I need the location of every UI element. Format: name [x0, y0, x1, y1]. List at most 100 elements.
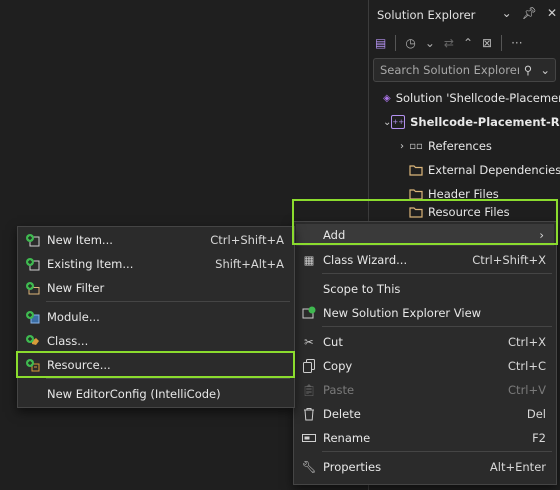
menu-item-label: Resource... [47, 358, 111, 372]
menu-separator [46, 301, 290, 302]
scissors-icon: ✂ [304, 335, 314, 349]
existing-item-icon [24, 255, 42, 273]
chevron-down-icon[interactable]: ⌄ [540, 63, 550, 77]
menu-item-label: Delete [323, 407, 361, 421]
menu-separator [322, 273, 552, 274]
tree-item-resource-files[interactable]: Resource Files [369, 204, 560, 220]
solution-icon: ◈ [383, 92, 391, 104]
collapse-all-icon[interactable]: ⌃ [463, 36, 473, 50]
tree-item-label: Resource Files [428, 205, 510, 219]
menu-item-label: New Filter [47, 281, 105, 295]
submenu-item-new-filter[interactable]: New Filter [18, 276, 294, 300]
menu-item-label: Add [323, 228, 346, 242]
menu-separator [46, 378, 290, 379]
menu-item-label: Cut [323, 335, 343, 349]
tree-item-label: Header Files [428, 187, 499, 201]
dropdown-icon[interactable]: ⌄ [502, 6, 512, 20]
submenu-item-resource[interactable]: Resource... [18, 353, 294, 377]
menu-item-shortcut: Ctrl+V [508, 383, 546, 397]
module-icon [24, 308, 42, 326]
menu-item-rename[interactable]: Rename F2 [294, 426, 556, 450]
toolbar-separator [501, 35, 503, 51]
menu-item-class-wizard[interactable]: ▦ Class Wizard... Ctrl+Shift+X [294, 248, 556, 272]
submenu-item-existing-item[interactable]: Existing Item... Shift+Alt+A [18, 252, 294, 276]
folder-icon [409, 163, 423, 177]
sync-icon[interactable]: ⇄ [444, 36, 454, 50]
resource-icon [24, 356, 42, 374]
paste-icon: 📋︎ [301, 383, 317, 397]
menu-item-properties[interactable]: 🔧︎ Properties Alt+Enter [294, 455, 556, 479]
solution-explorer-header: Solution Explorer ⌄ 📌︎ ✕ [369, 0, 560, 30]
toolbar-separator [395, 35, 397, 51]
tree-item-label: External Dependencies [428, 163, 560, 177]
tree-item-header-files[interactable]: Header Files [369, 182, 560, 206]
menu-item-label: New Solution Explorer View [323, 306, 482, 320]
submenu-item-class[interactable]: Class... [18, 329, 294, 353]
menu-separator [322, 326, 552, 327]
menu-item-label: New EditorConfig (IntelliCode) [47, 387, 221, 401]
menu-item-cut[interactable]: ✂ Cut Ctrl+X [294, 330, 556, 354]
menu-item-delete[interactable]: Delete Del [294, 402, 556, 426]
menu-separator [322, 451, 552, 452]
menu-item-shortcut: Alt+Enter [489, 460, 546, 474]
menu-item-label: Paste [323, 383, 355, 397]
menu-item-shortcut: Del [526, 407, 546, 421]
tree-item-references[interactable]: › ▫▫ References [369, 134, 560, 158]
class-icon [24, 332, 42, 350]
switch-views-icon[interactable]: ▤ [375, 36, 386, 50]
menu-item-label: Module... [47, 310, 100, 324]
tree-item-label: Solution 'Shellcode-Placemen [395, 91, 560, 105]
submenu-item-new-item[interactable]: New Item... Ctrl+Shift+A [18, 228, 294, 252]
context-menu: Add › ▦ Class Wizard... Ctrl+Shift+X Sco… [293, 221, 557, 485]
menu-item-label: Scope to This [323, 282, 401, 296]
menu-item-shortcut: Ctrl+Shift+A [210, 233, 284, 247]
menu-item-label: Existing Item... [47, 257, 134, 271]
more-options-icon[interactable]: ··· [511, 36, 522, 50]
close-icon[interactable]: ✕ [547, 6, 557, 20]
menu-item-shortcut: F2 [532, 431, 546, 445]
references-icon: ▫▫ [409, 140, 423, 152]
tree-item-project[interactable]: ⌄ ++ Shellcode-Placement-Res [369, 110, 560, 134]
wrench-icon: 🔧︎ [301, 460, 317, 474]
menu-item-shortcut: Ctrl+X [508, 335, 546, 349]
menu-item-paste: 📋︎ Paste Ctrl+V [294, 378, 556, 402]
new-filter-icon [24, 279, 42, 297]
menu-item-new-solution-explorer-view[interactable]: New Solution Explorer View [294, 301, 556, 325]
tree-item-label: References [428, 139, 492, 153]
pin-icon[interactable]: 📌︎ [522, 6, 537, 20]
folder-icon [409, 205, 423, 219]
menu-item-label: New Item... [47, 233, 113, 247]
menu-item-label: Class... [47, 334, 89, 348]
pending-changes-icon[interactable]: ◷ [405, 36, 415, 50]
submenu-item-module[interactable]: Module... [18, 305, 294, 329]
menu-item-add[interactable]: Add › [294, 223, 556, 247]
menu-item-shortcut: Ctrl+Shift+X [472, 253, 546, 267]
tree-item-solution[interactable]: ◈ Solution 'Shellcode-Placemen [369, 86, 560, 110]
collapsed-chevron-icon[interactable]: › [395, 141, 409, 152]
menu-item-scope-to-this[interactable]: Scope to This [294, 277, 556, 301]
menu-item-label: Rename [323, 431, 371, 445]
menu-item-shortcut: Shift+Alt+A [215, 257, 284, 271]
copy-icon [300, 357, 318, 375]
tree-item-label: Shellcode-Placement-Res [410, 115, 560, 129]
search-input[interactable]: Search Solution Explorer (C ⚲ ⌄ [373, 58, 556, 82]
submenu-arrow-icon: › [539, 228, 544, 242]
trash-icon [300, 405, 318, 423]
add-submenu: New Item... Ctrl+Shift+A Existing Item..… [17, 226, 295, 408]
folder-icon [409, 187, 423, 201]
menu-item-shortcut: Ctrl+C [507, 359, 546, 373]
show-all-files-icon[interactable]: ⊠ [482, 36, 492, 50]
chevron-down-icon[interactable]: ⌄ [425, 36, 435, 50]
menu-item-copy[interactable]: Copy Ctrl+C [294, 354, 556, 378]
search-icon[interactable]: ⚲ [524, 63, 532, 77]
cpp-project-icon: ++ [391, 115, 406, 129]
submenu-item-new-editorconfig[interactable]: New EditorConfig (IntelliCode) [18, 382, 294, 406]
expanded-chevron-icon[interactable]: ⌄ [383, 117, 391, 128]
tree-item-external-dependencies[interactable]: External Dependencies [369, 158, 560, 182]
menu-item-label: Properties [323, 460, 382, 474]
class-wizard-icon: ▦ [303, 253, 315, 267]
menu-item-label: Copy [323, 359, 353, 373]
rename-icon [300, 429, 318, 447]
panel-title: Solution Explorer [377, 8, 476, 22]
menu-item-label: Class Wizard... [323, 253, 408, 267]
